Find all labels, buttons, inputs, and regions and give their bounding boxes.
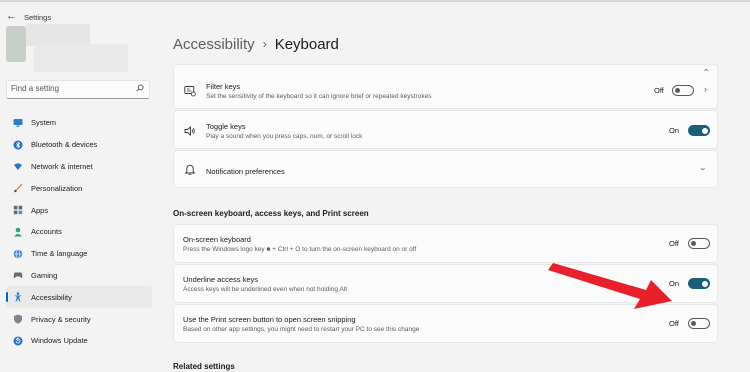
- annotation-arrow-icon: [548, 263, 672, 309]
